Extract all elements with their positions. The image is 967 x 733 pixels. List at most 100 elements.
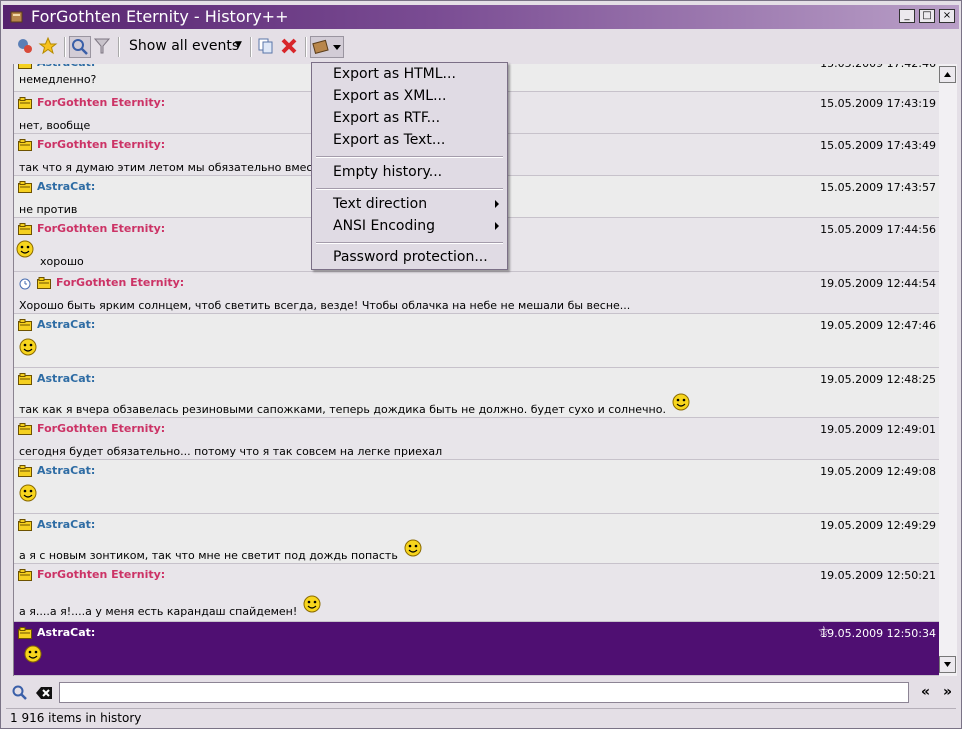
delete-button[interactable] — [279, 36, 301, 58]
menu-item-empty-history[interactable]: Empty history... — [333, 164, 442, 180]
search-toggle-button[interactable] — [69, 36, 91, 58]
message-timestamp: 19.05.2009 12:48:25 — [820, 373, 936, 386]
smiley-icon — [19, 338, 37, 356]
smiley-icon — [19, 484, 37, 502]
delete-icon — [281, 38, 297, 54]
message-author: AstraCat: — [37, 318, 96, 331]
toolbar-separator — [305, 37, 307, 57]
search-bar: « » — [9, 681, 959, 705]
minimize-button[interactable]: _ — [899, 9, 915, 23]
message-icon — [18, 319, 32, 331]
copy-icon — [258, 38, 273, 54]
history-row[interactable]: AstraCat: 19.05.2009 12:48:25 так как я вч… — [14, 368, 940, 418]
toolbar: Show all events ▼ — [9, 34, 959, 62]
message-author: ForGothten Eternity: — [56, 276, 185, 289]
history-menu-icon — [312, 39, 341, 54]
message-icon — [18, 465, 32, 477]
message-author: ForGothten Eternity: — [37, 96, 166, 109]
message-timestamp: 15.05.2009 17:44:56 — [820, 223, 936, 236]
title-bar[interactable]: ForGothten Eternity - History++ _ □ × — [3, 5, 959, 29]
arrow-up-icon — [944, 72, 951, 77]
message-author: ForGothten Eternity: — [37, 222, 166, 235]
message-author: AstraCat: — [37, 518, 96, 531]
message-icon — [18, 373, 32, 385]
message-author: AstraCat: — [37, 64, 95, 69]
filter-icon — [93, 38, 111, 54]
message-text: так как я вчера обзавелась резиновыми са… — [19, 403, 666, 416]
message-text: хорошо — [40, 255, 84, 268]
menu-separator — [316, 156, 503, 158]
smiley-icon — [16, 240, 34, 258]
menu-item-export-xml[interactable]: Export as XML... — [333, 88, 446, 104]
history-row[interactable]: AstraCat: 19.05.2009 12:47:46 — [14, 314, 940, 368]
menu-separator — [316, 242, 503, 244]
toolbar-separator — [64, 37, 66, 57]
clear-search-icon[interactable] — [35, 685, 53, 701]
vertical-scrollbar[interactable] — [939, 64, 957, 676]
search-icon[interactable] — [11, 684, 29, 702]
maximize-button[interactable]: □ — [919, 9, 935, 23]
menu-item-export-html[interactable]: Export as HTML... — [333, 66, 456, 82]
message-timestamp: 15.05.2009 17:43:49 — [820, 139, 936, 152]
history-row[interactable]: ForGothten Eternity: 19.05.2009 12:44:54 Х… — [14, 272, 940, 314]
message-author: AstraCat: — [37, 464, 96, 477]
filter-button[interactable] — [92, 36, 114, 58]
history-menu-button[interactable] — [310, 36, 344, 58]
message-text: немедленно? — [19, 73, 97, 86]
message-text: а я....а я!....а у меня есть карандаш сп… — [19, 605, 298, 618]
smiley-icon — [672, 393, 690, 411]
message-timestamp: 19.05.2009 12:44:54 — [820, 277, 936, 290]
menu-item-export-rtf[interactable]: Export as RTF... — [333, 110, 440, 126]
toolbar-separator — [250, 37, 252, 57]
message-text: нет, вообще — [19, 119, 91, 132]
smiley-icon — [24, 645, 42, 663]
history-row[interactable]: ForGothten Eternity: 19.05.2009 12:49:01 с… — [14, 418, 940, 460]
message-timestamp: 19.05.2009 12:49:08 — [820, 465, 936, 478]
status-bar: 1 916 items in history — [6, 708, 956, 726]
menu-item-text-direction[interactable]: Text direction — [333, 196, 427, 212]
message-icon — [37, 277, 51, 289]
menu-item-password-protection[interactable]: Password protection... — [333, 249, 488, 265]
history-row[interactable]: AstraCat: ☆ 19.05.2009 12:50:34 — [14, 622, 940, 676]
search-icon — [72, 39, 88, 55]
menu-item-export-text[interactable]: Export as Text... — [333, 132, 445, 148]
search-input[interactable] — [59, 682, 909, 703]
message-icon — [18, 423, 32, 435]
arrow-down-icon — [944, 662, 951, 667]
close-button[interactable]: × — [939, 9, 955, 23]
message-icon — [18, 223, 32, 235]
message-author: AstraCat: — [37, 626, 96, 639]
history-context-menu: Export as HTML... Export as XML... Expor… — [311, 62, 508, 270]
message-icon — [18, 181, 32, 193]
scroll-down-button[interactable] — [939, 656, 956, 673]
history-row[interactable]: ForGothten Eternity: 19.05.2009 12:50:21 а… — [14, 564, 940, 622]
history-row[interactable]: AstraCat: 19.05.2009 12:49:29 а я с новым … — [14, 514, 940, 564]
message-icon — [18, 97, 32, 109]
clock-icon — [19, 278, 31, 290]
history-window: ForGothten Eternity - History++ _ □ × Sh… — [0, 0, 962, 729]
message-timestamp: 19.05.2009 12:49:01 — [820, 423, 936, 436]
message-text: Хорошо быть ярким солнцем, чтоб светить … — [19, 299, 631, 312]
message-timestamp: 15.05.2009 17:43:57 — [820, 181, 936, 194]
smiley-icon — [303, 595, 321, 613]
message-text: не против — [19, 203, 78, 216]
message-author: ForGothten Eternity: — [37, 422, 166, 435]
search-next-button[interactable]: » — [943, 684, 952, 700]
search-prev-button[interactable]: « — [921, 684, 930, 700]
show-events-dropdown[interactable]: Show all events — [129, 38, 239, 54]
message-timestamp: 15.05.2009 17:43:19 — [820, 97, 936, 110]
message-text: сегодня будет обязательно... потому что … — [19, 445, 443, 458]
scroll-up-button[interactable] — [939, 66, 956, 83]
bookmark-button[interactable] — [38, 36, 60, 58]
bookmark-star-icon — [38, 36, 58, 55]
menu-separator — [316, 188, 503, 190]
message-author: ForGothten Eternity: — [37, 568, 166, 581]
window-title: ForGothten Eternity - History++ — [31, 7, 289, 26]
copy-button[interactable] — [256, 36, 278, 58]
user-details-button[interactable] — [15, 36, 37, 58]
history-book-icon — [10, 11, 23, 23]
menu-item-ansi-encoding[interactable]: ANSI Encoding — [333, 218, 435, 234]
message-author: AstraCat: — [37, 372, 96, 385]
history-row[interactable]: AstraCat: 19.05.2009 12:49:08 — [14, 460, 940, 514]
chevron-down-icon[interactable]: ▼ — [235, 40, 242, 50]
